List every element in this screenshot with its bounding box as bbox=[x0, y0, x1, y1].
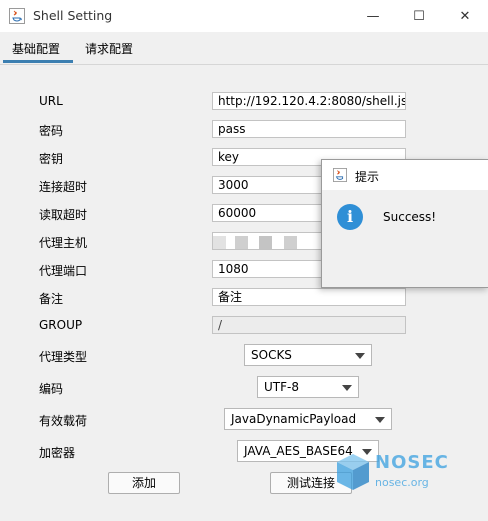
dialog-title-bar: 提示 bbox=[322, 160, 488, 190]
payload-select[interactable]: JavaDynamicPayload bbox=[224, 408, 392, 430]
active-tab-indicator bbox=[3, 60, 73, 63]
minimize-button[interactable]: — bbox=[350, 0, 396, 32]
url-label: URL bbox=[39, 94, 63, 108]
payload-value: JavaDynamicPayload bbox=[231, 412, 357, 426]
close-button[interactable]: ✕ bbox=[442, 0, 488, 32]
add-button[interactable]: 添加 bbox=[108, 472, 180, 494]
encryptor-label: 加密器 bbox=[39, 446, 76, 460]
watermark-domain: nosec.org bbox=[375, 476, 429, 489]
tab-basic-settings[interactable]: 基础配置 bbox=[12, 40, 60, 57]
remark-label: 备注 bbox=[39, 292, 64, 306]
tab-bar: 基础配置 请求配置 bbox=[0, 32, 488, 65]
key-label: 密钥 bbox=[39, 152, 64, 166]
cube-logo-icon bbox=[337, 454, 369, 490]
dialog-message: Success! bbox=[383, 210, 437, 224]
chevron-down-icon bbox=[342, 385, 352, 391]
redacted-block bbox=[284, 236, 297, 249]
maximize-icon: ☐ bbox=[413, 8, 425, 24]
read-timeout-label: 读取超时 bbox=[39, 208, 88, 222]
password-field[interactable]: pass bbox=[212, 120, 406, 138]
proxy-type-label: 代理类型 bbox=[39, 350, 88, 364]
encoding-label: 编码 bbox=[39, 382, 64, 396]
info-icon: i bbox=[337, 204, 363, 230]
close-icon: ✕ bbox=[459, 8, 471, 24]
proxy-host-label: 代理主机 bbox=[39, 236, 88, 250]
redacted-block bbox=[235, 236, 248, 249]
maximize-button[interactable]: ☐ bbox=[396, 0, 442, 32]
java-app-icon bbox=[333, 168, 347, 182]
proxy-port-label: 代理端口 bbox=[39, 264, 88, 278]
dialog-title: 提示 bbox=[355, 170, 380, 184]
chevron-down-icon bbox=[355, 353, 365, 359]
connect-timeout-label: 连接超时 bbox=[39, 180, 88, 194]
encoding-select[interactable]: UTF-8 bbox=[257, 376, 359, 398]
proxy-type-value: SOCKS bbox=[251, 348, 292, 362]
encoding-value: UTF-8 bbox=[264, 380, 299, 394]
chevron-down-icon bbox=[375, 417, 385, 423]
proxy-type-select[interactable]: SOCKS bbox=[244, 344, 372, 366]
url-field[interactable]: http://192.120.4.2:8080/shell.jsp bbox=[212, 92, 406, 110]
redacted-block bbox=[259, 236, 272, 249]
password-label: 密码 bbox=[39, 124, 64, 138]
title-bar: Shell Setting — ☐ ✕ bbox=[0, 0, 488, 32]
message-dialog: 提示 i Success! bbox=[321, 159, 488, 288]
window-title: Shell Setting bbox=[33, 8, 113, 23]
java-app-icon bbox=[9, 8, 25, 24]
remark-field[interactable]: 备注 bbox=[212, 288, 406, 306]
tab-request-settings[interactable]: 请求配置 bbox=[85, 40, 133, 57]
group-label: GROUP bbox=[39, 318, 83, 332]
nosec-watermark: NOSEC nosec.org bbox=[335, 450, 485, 496]
dialog-body: i Success! bbox=[322, 190, 488, 287]
minimize-icon: — bbox=[366, 8, 380, 24]
group-field: / bbox=[212, 316, 406, 334]
payload-label: 有效载荷 bbox=[39, 414, 88, 428]
redacted-block bbox=[213, 236, 226, 249]
watermark-brand: NOSEC bbox=[375, 452, 449, 473]
